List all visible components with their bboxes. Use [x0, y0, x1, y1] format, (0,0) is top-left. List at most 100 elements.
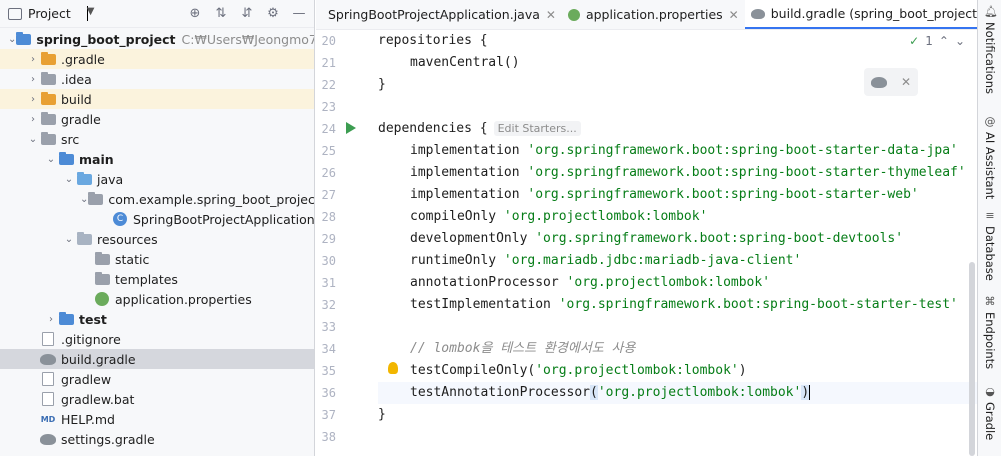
run-gutter-icon[interactable] — [346, 122, 356, 134]
project-title[interactable]: Project — [28, 6, 71, 21]
tool-window-label: AI Assistant — [983, 132, 997, 200]
tree-item[interactable]: ⌄ src — [0, 129, 314, 149]
gradle-reload-icon[interactable] — [870, 76, 887, 88]
tree-item[interactable]: settings.gradle — [0, 429, 314, 449]
line-number: 26 — [321, 166, 336, 180]
chevron-down-icon[interactable]: ▼ — [86, 6, 94, 21]
expand-all-icon[interactable]: ⇅ — [210, 3, 232, 25]
code-token: implementation — [410, 143, 528, 158]
tree-item[interactable]: › .gradle — [0, 49, 314, 69]
code-line[interactable]: compileOnly 'org.projectlombok:lombok' — [378, 206, 707, 228]
code-token: testImplementation — [410, 297, 559, 312]
code-token: 'org.springframework.boot:spring-boot-st… — [527, 143, 958, 158]
chevron-right-icon[interactable]: › — [26, 74, 40, 85]
editor-tab[interactable]: build.gradle (spring_boot_project)✕ — [744, 0, 1001, 29]
tree-item[interactable]: › gradle — [0, 109, 314, 129]
tool-window-label: Database — [983, 226, 997, 281]
tree-item[interactable]: C SpringBootProjectApplication — [0, 209, 314, 229]
inspection-widget[interactable]: ✓ 1 ⌃ ⌄ — [909, 34, 965, 48]
gradle-load-changes-popup: ✕ — [864, 68, 918, 96]
spring-class-icon: C — [112, 212, 128, 226]
code-line[interactable]: runtimeOnly 'org.mariadb.jdbc:mariadb-ja… — [378, 250, 801, 272]
editor-tab[interactable]: application.properties ✕ — [562, 0, 745, 29]
chevron-down-icon[interactable]: ⌄ — [44, 154, 58, 165]
close-icon[interactable]: ✕ — [546, 8, 556, 22]
tree-item[interactable]: MD HELP.md — [0, 409, 314, 429]
code-line[interactable]: annotationProcessor 'org.projectlombok:l… — [378, 272, 770, 294]
tool-window-button[interactable]: ◒ Gradle — [978, 386, 1001, 441]
code-line[interactable]: mavenCentral() — [378, 52, 520, 74]
file-icon — [40, 372, 56, 386]
code-token: 'org.projectlombok:lombok' — [597, 385, 802, 400]
tree-item[interactable]: gradlew.bat — [0, 389, 314, 409]
tree-item[interactable]: ⌄ com.example.spring_boot_project — [0, 189, 314, 209]
tool-window-button[interactable]: @ AI Assistant — [978, 116, 1001, 200]
tool-window-button[interactable]: ⌘ Endpoints — [978, 296, 1001, 370]
vertical-scrollbar[interactable] — [969, 262, 975, 456]
tree-item[interactable]: ⌄ java — [0, 169, 314, 189]
chevron-right-icon[interactable]: › — [26, 94, 40, 105]
code-token: 'org.projectlombok:lombok' — [566, 275, 771, 290]
line-number: 37 — [321, 408, 336, 422]
tree-item-label: java — [97, 171, 124, 187]
collapse-all-icon[interactable]: ⇵ — [236, 3, 258, 25]
folder-resources-icon — [76, 231, 92, 246]
code-line[interactable]: // lombok을 테스트 환경에서도 사용 — [378, 338, 635, 360]
code-line[interactable]: } — [378, 404, 386, 426]
editor-tab[interactable]: SpringBootProjectApplication.java ✕ — [316, 0, 562, 29]
tree-item[interactable]: build.gradle — [0, 349, 314, 369]
chevron-right-icon[interactable]: › — [26, 54, 40, 65]
code-line[interactable]: } — [378, 74, 386, 96]
chevron-down-icon[interactable]: ⌄ — [26, 134, 40, 145]
tree-item[interactable]: templates — [0, 269, 314, 289]
tree-item[interactable]: ⌄ resources — [0, 229, 314, 249]
chevron-down-icon[interactable]: ⌄ — [8, 34, 16, 45]
chevron-down-icon[interactable]: ⌄ — [62, 174, 76, 185]
line-number: 29 — [321, 232, 336, 246]
edit-starters-inlay[interactable]: Edit Starters... — [493, 121, 581, 136]
hide-icon[interactable]: — — [288, 3, 310, 25]
tree-item[interactable]: ⌄ main — [0, 149, 314, 169]
locate-file-icon[interactable]: ⊕ — [184, 3, 206, 25]
code-line[interactable]: testAnnotationProcessor('org.projectlomb… — [378, 382, 977, 404]
chevron-down-icon[interactable]: ⌄ — [62, 234, 76, 245]
tree-item[interactable]: .gitignore — [0, 329, 314, 349]
gradle-icon — [750, 8, 765, 19]
tree-item-label: application.properties — [115, 291, 252, 307]
editor-gutter[interactable]: 20 21 22 23 24 25 26 27 28 29 30 31 32 33 34 35 36 37 38 — [316, 30, 374, 456]
tree-item[interactable]: › test — [0, 309, 314, 329]
code-line[interactable]: implementation 'org.springframework.boot… — [378, 162, 966, 184]
tree-item[interactable]: application.properties — [0, 289, 314, 309]
code-token: implementation — [410, 165, 528, 180]
tool-window-label: Notifications — [983, 22, 997, 94]
chevron-up-icon[interactable]: ⌃ — [939, 34, 949, 48]
chevron-down-icon[interactable]: ⌄ — [80, 194, 88, 205]
file-icon — [40, 332, 56, 346]
code-line[interactable]: dependencies {Edit Starters... — [378, 118, 581, 140]
chevron-right-icon[interactable]: › — [26, 114, 40, 125]
properties-file-icon — [94, 292, 110, 306]
code-token: compileOnly — [410, 209, 504, 224]
close-icon[interactable]: ✕ — [901, 75, 911, 89]
code-line[interactable]: developmentOnly 'org.springframework.boo… — [378, 228, 903, 250]
tree-item[interactable]: › build — [0, 89, 314, 109]
tree-item[interactable]: gradlew — [0, 369, 314, 389]
gear-icon[interactable]: ⚙ — [262, 3, 284, 25]
chevron-down-icon[interactable]: ⌄ — [955, 34, 965, 48]
chevron-right-icon[interactable]: › — [44, 314, 58, 325]
tree-item[interactable]: static — [0, 249, 314, 269]
tool-window-button[interactable]: 🔔︎ Notifications — [978, 6, 1001, 94]
code-line[interactable]: testImplementation 'org.springframework.… — [378, 294, 958, 316]
tree-item[interactable]: ⌄ spring_boot_project C:₩Users₩Jeongmo7₩Id… — [0, 29, 314, 49]
markdown-file-icon: MD — [40, 414, 56, 424]
code-line[interactable]: repositories { — [378, 30, 488, 52]
line-number: 28 — [321, 210, 336, 224]
code-line[interactable]: testCompileOnly('org.projectlombok:lombo… — [378, 360, 747, 382]
code-line[interactable]: implementation 'org.springframework.boot… — [378, 140, 958, 162]
close-icon[interactable]: ✕ — [729, 8, 739, 22]
code-line[interactable]: implementation 'org.springframework.boot… — [378, 184, 919, 206]
tool-window-label: Gradle — [983, 402, 997, 441]
tree-item[interactable]: › .idea — [0, 69, 314, 89]
code-token: 'org.mariadb.jdbc:mariadb-java-client' — [503, 253, 802, 268]
tool-window-button[interactable]: ≡ Database — [978, 210, 1001, 281]
